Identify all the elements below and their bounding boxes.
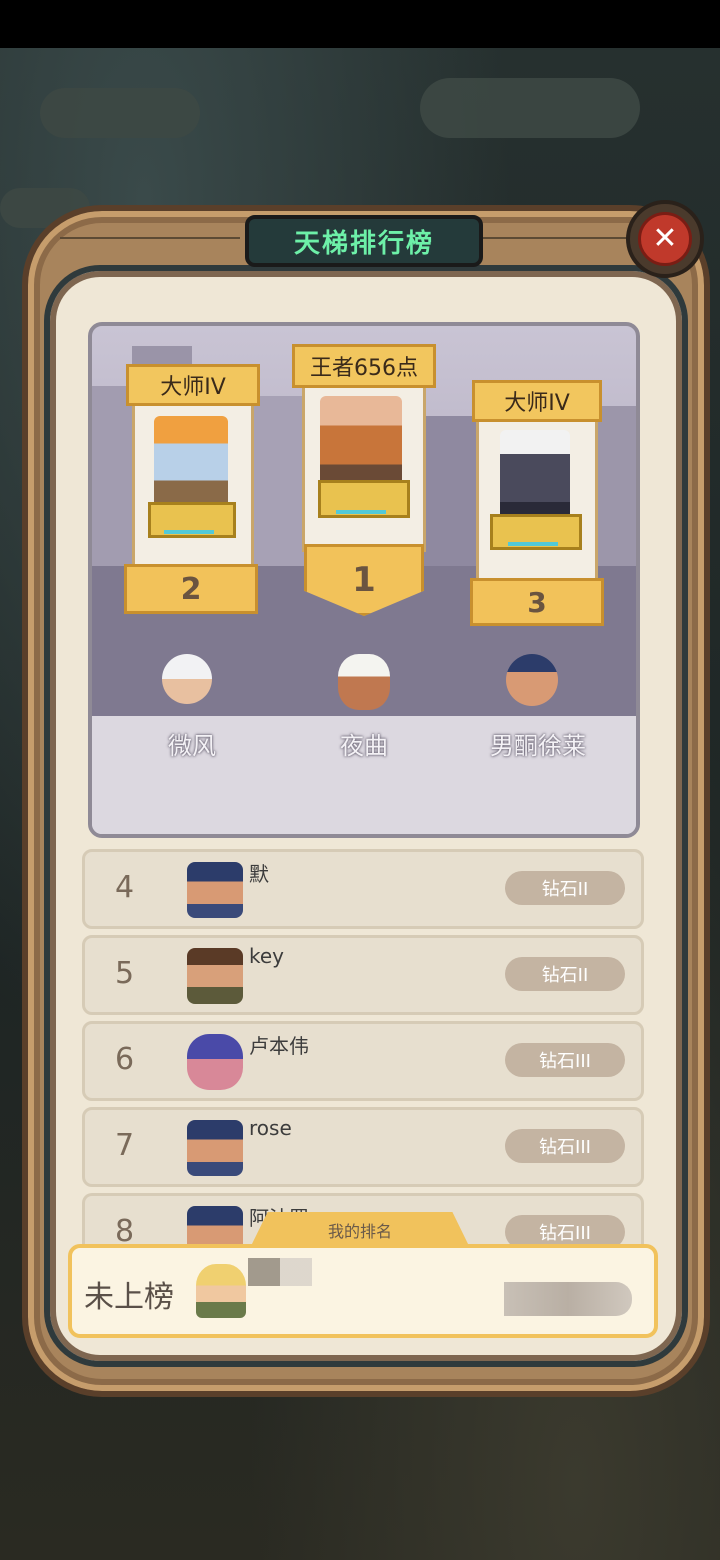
my-avatar	[196, 1264, 246, 1318]
rank-3-avatar	[506, 654, 558, 706]
close-button[interactable]: ✕	[626, 200, 704, 278]
background-cloud	[420, 78, 640, 138]
pedestal-gem	[508, 542, 558, 546]
redacted-tier-block	[504, 1282, 632, 1316]
pedestal-gem	[336, 510, 386, 514]
rank-2-avatar	[162, 654, 212, 704]
row-rank: 6	[115, 1042, 135, 1077]
rank-1-tier: 王者656点	[292, 344, 436, 388]
leaderboard-row[interactable]: 6 卢本伟 钻石III	[82, 1021, 644, 1101]
rank-2-name: 微风	[168, 732, 216, 760]
tier-badge: 钻石III	[505, 1043, 625, 1077]
my-rank-status: 未上榜	[84, 1280, 174, 1315]
rank-1-avatar	[338, 654, 390, 710]
player-avatar	[187, 948, 243, 1004]
background-cloud	[40, 88, 200, 138]
row-rank: 8	[115, 1214, 135, 1248]
tier-badge: 钻石II	[505, 871, 625, 905]
player-name: 卢本伟	[249, 1034, 309, 1058]
close-icon: ✕	[638, 212, 692, 266]
rank-2-character	[154, 416, 228, 508]
title-divider	[60, 237, 240, 239]
top3-podium: 大师IV 2 王者656点 1 大师IV 3 微风 夜曲 男酮徐莱	[88, 322, 640, 838]
my-rank-tab: 我的排名	[250, 1212, 470, 1248]
player-name: key	[249, 944, 285, 968]
my-rank-bar[interactable]: 未上榜	[68, 1244, 658, 1338]
rank-3-character	[500, 430, 570, 526]
rank-3-number: 3	[470, 578, 604, 626]
tier-badge: 钻石II	[505, 957, 625, 991]
player-avatar	[187, 1120, 243, 1176]
row-rank: 7	[115, 1128, 135, 1163]
player-name: rose	[249, 1116, 292, 1140]
leaderboard-row[interactable]: 4 默 钻石II	[82, 849, 644, 929]
player-avatar	[187, 862, 243, 918]
leaderboard-title: 天梯排行榜	[245, 215, 483, 267]
player-avatar	[187, 1034, 243, 1090]
rank-2-number: 2	[124, 564, 258, 614]
pedestal-gem	[164, 530, 214, 534]
leaderboard-row[interactable]: 7 rose 钻石III	[82, 1107, 644, 1187]
rank-3-tier: 大师IV	[472, 380, 602, 422]
tier-badge: 钻石III	[505, 1129, 625, 1163]
rank-2-tier: 大师IV	[126, 364, 260, 406]
redacted-name-block	[248, 1258, 312, 1286]
status-bar	[0, 0, 720, 48]
rank-3-name: 男酮徐莱	[490, 732, 586, 760]
title-divider	[480, 237, 630, 239]
row-rank: 5	[115, 956, 135, 991]
player-avatar	[187, 1206, 243, 1248]
rank-1-name: 夜曲	[340, 732, 388, 760]
player-name: 默	[249, 862, 269, 886]
leaderboard-row[interactable]: 5 key 钻石II	[82, 935, 644, 1015]
row-rank: 4	[115, 870, 135, 905]
